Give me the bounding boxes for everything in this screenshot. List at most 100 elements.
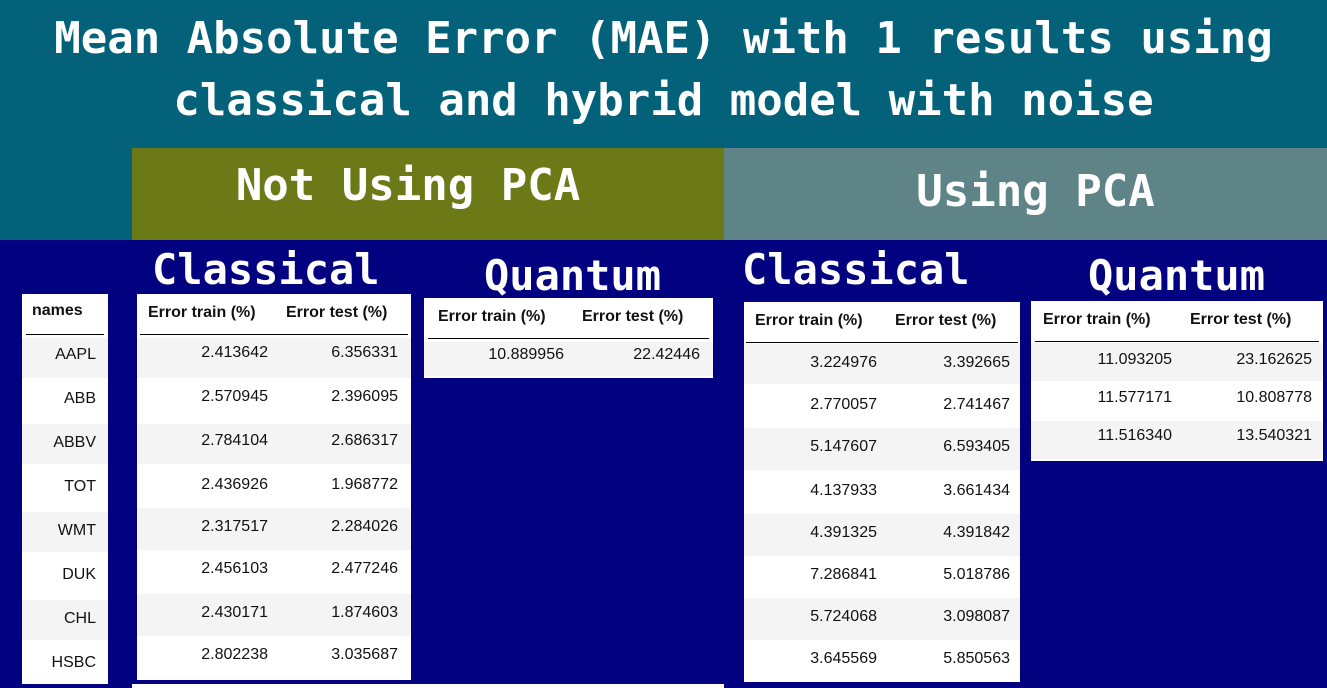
table-row: ABBV xyxy=(22,424,108,464)
error-train-cell: 2.570945 xyxy=(201,388,268,405)
table-row: CHL xyxy=(22,600,108,640)
table-row: 7.286841 5.018786 xyxy=(744,556,1020,598)
ticker-name: CHL xyxy=(63,610,96,627)
error-train-cell: 3.645569 xyxy=(810,650,877,667)
table-row: 10.889956 22.42446 xyxy=(424,342,713,376)
using-pca-label: Using PCA xyxy=(916,166,1155,217)
error-train-cell: 2.456103 xyxy=(201,560,268,577)
error-test-cell: 2.686317 xyxy=(331,432,398,449)
table-row: 2.430171 1.874603 xyxy=(137,594,411,636)
error-test-cell: 3.661434 xyxy=(943,482,1010,499)
error-test-cell: 1.874603 xyxy=(331,604,398,621)
ticker-name: ABB xyxy=(63,390,96,407)
nopca-quantum-heading: Quantum xyxy=(484,251,662,300)
col-header-error-train: Error train (%) xyxy=(1043,311,1151,328)
table-row: 2.413642 6.356331 xyxy=(137,338,411,378)
error-train-cell: 10.889956 xyxy=(488,346,564,363)
header-divider xyxy=(428,338,709,339)
error-train-cell: 3.224976 xyxy=(810,354,877,371)
ticker-name: WMT xyxy=(57,522,96,539)
error-test-cell: 3.392665 xyxy=(943,354,1010,371)
table-row: TOT xyxy=(22,468,108,508)
col-header-error-test: Error test (%) xyxy=(286,304,388,321)
error-train-cell: 2.436926 xyxy=(201,476,268,493)
nopca-classical-table: Error train (%) Error test (%) 2.413642 … xyxy=(137,294,411,680)
error-train-cell: 7.286841 xyxy=(810,566,877,583)
error-train-cell: 2.430171 xyxy=(201,604,268,621)
pca-quantum-table: Error train (%) Error test (%) 11.093205… xyxy=(1031,301,1323,461)
error-test-cell: 10.808778 xyxy=(1236,389,1312,406)
col-header-error-train: Error train (%) xyxy=(148,304,256,321)
table-row: 11.093205 23.162625 xyxy=(1031,343,1323,381)
ticker-name: AAPL xyxy=(55,346,96,363)
table-row: HSBC xyxy=(22,644,108,684)
error-train-cell: 11.577171 xyxy=(1097,389,1172,406)
table-row: 2.436926 1.968772 xyxy=(137,466,411,506)
error-train-cell: 2.770057 xyxy=(810,396,877,413)
error-test-cell: 2.396095 xyxy=(331,388,398,405)
col-header-error-test: Error test (%) xyxy=(895,312,997,329)
error-test-cell: 2.284026 xyxy=(331,518,398,535)
nopca-quantum-table: Error train (%) Error test (%) 10.889956… xyxy=(424,298,713,378)
header-divider xyxy=(140,334,408,335)
table-row: 3.645569 5.850563 xyxy=(744,640,1020,682)
table-row: 11.577171 10.808778 xyxy=(1031,383,1323,421)
error-test-cell: 2.741467 xyxy=(943,396,1010,413)
header-divider xyxy=(1035,341,1319,342)
error-test-cell: 23.162625 xyxy=(1236,351,1312,368)
table-row: 2.317517 2.284026 xyxy=(137,508,411,550)
using-pca-banner: Using PCA xyxy=(724,148,1327,240)
error-test-cell: 13.540321 xyxy=(1236,427,1312,444)
table-row: 2.770057 2.741467 xyxy=(744,386,1020,428)
names-table: names AAPL ABB ABBV TOT WMT DUK CHL HSBC xyxy=(22,294,108,684)
col-header-error-test: Error test (%) xyxy=(1190,311,1292,328)
error-train-cell: 2.413642 xyxy=(201,344,268,361)
ticker-name: HSBC xyxy=(51,654,96,671)
error-train-cell: 4.391325 xyxy=(810,524,877,541)
table-row: ABB xyxy=(22,382,108,422)
error-test-cell: 3.035687 xyxy=(331,646,398,663)
names-header: names xyxy=(32,302,83,319)
header-divider xyxy=(746,342,1018,343)
error-train-cell: 2.317517 xyxy=(201,518,268,535)
table-row: 11.516340 13.540321 xyxy=(1031,421,1323,459)
header-divider xyxy=(26,334,104,335)
error-train-cell: 2.802238 xyxy=(201,646,268,663)
error-test-cell: 1.968772 xyxy=(331,476,398,493)
ticker-name: ABBV xyxy=(53,434,96,451)
table-row: 2.802238 3.035687 xyxy=(137,638,411,678)
table-row: DUK xyxy=(22,556,108,596)
table-row: 4.391325 4.391842 xyxy=(744,514,1020,556)
error-test-cell: 6.593405 xyxy=(943,438,1010,455)
table-row: 3.224976 3.392665 xyxy=(744,344,1020,384)
ticker-name: TOT xyxy=(64,478,96,495)
table-row: AAPL xyxy=(22,338,108,378)
error-test-cell: 4.391842 xyxy=(943,524,1010,541)
table-row: 4.137933 3.661434 xyxy=(744,472,1020,514)
page-title: Mean Absolute Error (MAE) with 1 results… xyxy=(54,13,1273,126)
nopca-classical-heading: Classical xyxy=(152,245,380,294)
table-row: 5.147607 6.593405 xyxy=(744,428,1020,470)
not-using-pca-banner: Not Using PCA xyxy=(132,148,724,240)
col-header-error-train: Error train (%) xyxy=(755,312,863,329)
not-using-pca-label: Not Using PCA xyxy=(235,160,581,211)
error-test-cell: 5.018786 xyxy=(943,566,1010,583)
error-test-cell: 2.477246 xyxy=(331,560,398,577)
error-train-cell: 2.784104 xyxy=(201,432,268,449)
table-row: 5.724068 3.098087 xyxy=(744,598,1020,640)
table-row: 2.570945 2.396095 xyxy=(137,382,411,422)
error-train-cell: 5.147607 xyxy=(810,438,877,455)
error-test-cell: 5.850563 xyxy=(943,650,1010,667)
bottom-divider xyxy=(132,684,724,688)
pca-classical-table: Error train (%) Error test (%) 3.224976 … xyxy=(744,302,1020,682)
pca-classical-heading: Classical xyxy=(742,245,970,294)
error-train-cell: 11.516340 xyxy=(1097,427,1172,444)
table-row: 2.456103 2.477246 xyxy=(137,552,411,592)
error-train-cell: 11.093205 xyxy=(1097,351,1172,368)
error-test-cell: 6.356331 xyxy=(331,344,398,361)
error-test-cell: 3.098087 xyxy=(943,608,1010,625)
table-row: WMT xyxy=(22,512,108,552)
col-header-error-test: Error test (%) xyxy=(582,308,684,325)
error-train-cell: 5.724068 xyxy=(810,608,877,625)
ticker-name: DUK xyxy=(62,566,96,583)
